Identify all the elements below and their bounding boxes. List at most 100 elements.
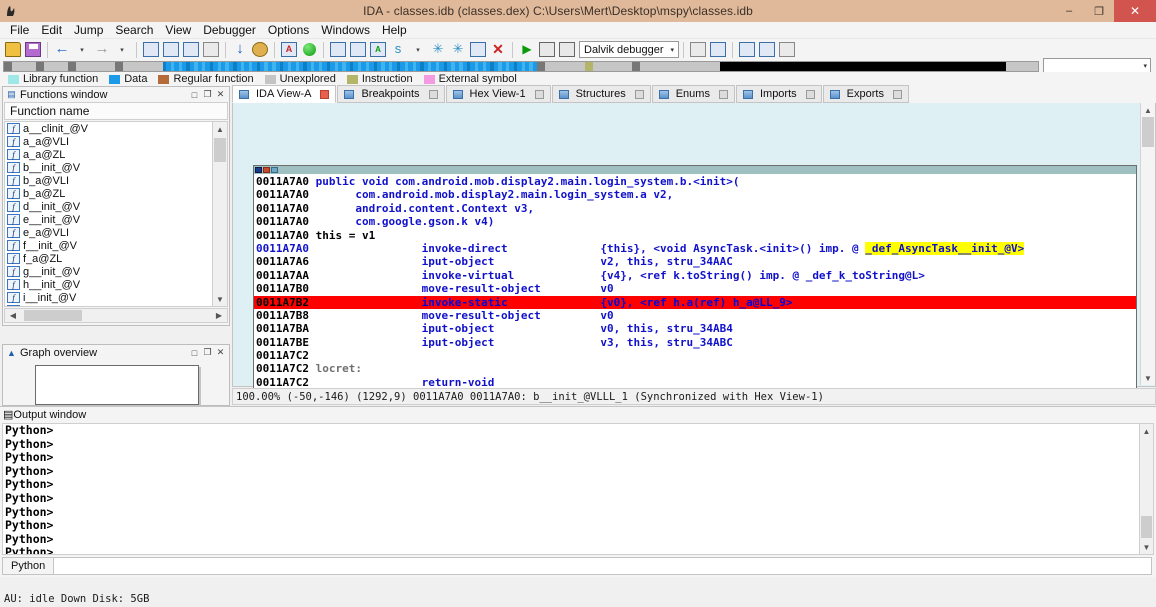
disassembly-line[interactable]: 0011A7B8 move-result-object v0 xyxy=(254,309,1136,322)
minimize-button[interactable]: – xyxy=(1054,0,1084,22)
command-input[interactable] xyxy=(54,557,1152,575)
tab-breakpoints[interactable]: Breakpoints xyxy=(337,85,445,103)
jump-xref-icon[interactable] xyxy=(201,40,221,59)
function-list-item[interactable]: f e_a@VLI xyxy=(5,226,214,239)
mdi-system-icon[interactable] xyxy=(255,167,262,173)
disassembly-line[interactable]: 0011A7C2 locret: xyxy=(254,362,1136,375)
function-list-item[interactable]: f b__init_@V xyxy=(5,161,214,174)
function-list-item[interactable]: f a__clinit_@V xyxy=(5,122,214,135)
command-language-tab[interactable]: Python xyxy=(2,557,55,575)
hscroll-thumb[interactable] xyxy=(24,310,82,321)
disassembly-line[interactable]: 0011A7C2 xyxy=(254,349,1136,362)
debugger-select[interactable]: Dalvik debugger ▾ xyxy=(579,41,679,58)
function-list-item[interactable]: f b_a@VLI xyxy=(5,174,214,187)
stop-debugger-icon[interactable] xyxy=(557,40,577,59)
function-list-item[interactable]: f i__init_@V xyxy=(5,291,214,304)
tab-structures[interactable]: Structures xyxy=(551,85,651,103)
tab-close-icon[interactable] xyxy=(805,89,815,99)
function-list-item[interactable]: f a_a@VLI xyxy=(5,135,214,148)
functions-column-header[interactable]: Function name xyxy=(4,102,228,120)
function-list-item[interactable]: f b_a@ZL xyxy=(5,187,214,200)
function-list-item[interactable]: f f_a@ZL xyxy=(5,252,214,265)
disassembly-line[interactable]: 0011A7A0 com.google.gson.k v4) xyxy=(254,215,1136,228)
tab-hex-view-1[interactable]: Hex View-1 xyxy=(445,85,551,103)
menu-windows[interactable]: Windows xyxy=(315,22,376,38)
menu-options[interactable]: Options xyxy=(262,22,315,38)
scroll-up-icon[interactable]: ▲ xyxy=(213,122,227,136)
output-scroll-down-icon[interactable]: ▼ xyxy=(1140,540,1153,554)
disassembly-line[interactable]: 0011A7B2 invoke-static {v0}, <ref h.a(re… xyxy=(254,295,1136,309)
forward-dropdown-icon[interactable]: ▾ xyxy=(112,40,132,59)
graph-float-button[interactable]: ❐ xyxy=(201,347,214,358)
tab-ida-view-a[interactable]: IDA View-A xyxy=(232,85,337,103)
tab-exports[interactable]: Exports xyxy=(822,85,909,103)
make-array-icon[interactable]: ✳ xyxy=(428,40,448,59)
menu-jump[interactable]: Jump xyxy=(68,22,109,38)
scroll-right-icon[interactable]: ▶ xyxy=(212,311,226,320)
close-button[interactable]: ✕ xyxy=(1114,0,1156,22)
functions-list[interactable]: f a__clinit_@V f a_a@VLI f a_a@ZL f b__init_@V f… xyxy=(4,121,214,307)
scroll-down-icon[interactable]: ▼ xyxy=(213,292,227,306)
tab-imports[interactable]: Imports xyxy=(735,85,822,103)
edit-function-icon[interactable] xyxy=(468,40,488,59)
mdi-minimize-icon[interactable] xyxy=(263,167,270,173)
back-arrow-icon[interactable]: ← xyxy=(52,40,72,59)
graph-close-button[interactable]: ✕ xyxy=(214,347,227,358)
output-log[interactable]: Python> Python> Python> Python> Python> Pytho… xyxy=(2,423,1142,555)
menu-debugger[interactable]: Debugger xyxy=(197,22,262,38)
search-immediate-icon[interactable] xyxy=(181,40,201,59)
menu-file[interactable]: File xyxy=(4,22,35,38)
disasm-scroll-thumb[interactable] xyxy=(1142,117,1154,147)
open-file-icon[interactable] xyxy=(3,40,23,59)
decrypt-key-icon[interactable] xyxy=(250,40,270,59)
tab-close-icon[interactable] xyxy=(428,89,438,99)
disassembly-line[interactable]: 0011A7A0 android.content.Context v3, xyxy=(254,202,1136,215)
functions-vertical-scrollbar[interactable]: ▲ ▼ xyxy=(212,121,228,307)
add-breakpoint-icon[interactable] xyxy=(757,40,777,59)
forward-arrow-icon[interactable]: → xyxy=(92,40,112,59)
maximize-button[interactable]: ❐ xyxy=(1084,0,1114,22)
run-debugger-icon[interactable]: ▶ xyxy=(517,40,537,59)
function-list-item[interactable]: f a_a@ZL xyxy=(5,148,214,161)
functions-horizontal-scrollbar[interactable]: ◀ ▶ xyxy=(4,308,228,323)
undefine-icon[interactable]: ✳ xyxy=(448,40,468,59)
disassembly-line[interactable]: 0011A7B0 move-result-object v0 xyxy=(254,282,1136,295)
tab-close-icon[interactable] xyxy=(634,89,644,99)
output-scroll-up-icon[interactable]: ▲ xyxy=(1140,424,1153,438)
make-code-icon[interactable] xyxy=(328,40,348,59)
scroll-left-icon[interactable]: ◀ xyxy=(6,311,20,320)
step-into-icon[interactable] xyxy=(688,40,708,59)
graph-overview-canvas[interactable] xyxy=(35,365,199,405)
disassembly-line[interactable]: 0011A7BA iput-object v0, this, stru_34AB… xyxy=(254,322,1136,335)
clear-breakpoint-icon[interactable] xyxy=(777,40,797,59)
back-dropdown-icon[interactable]: ▾ xyxy=(72,40,92,59)
save-file-icon[interactable] xyxy=(23,40,43,59)
menu-view[interactable]: View xyxy=(159,22,197,38)
disassembly-line[interactable]: 0011A7AA invoke-virtual {v4}, <ref k.toS… xyxy=(254,269,1136,282)
function-list-item[interactable]: f g__init_@V xyxy=(5,265,214,278)
functions-float-button[interactable]: ❐ xyxy=(201,89,214,100)
search-hex-icon[interactable] xyxy=(141,40,161,59)
function-list-item[interactable]: fi_a@VLI xyxy=(5,304,214,306)
make-ascii-icon[interactable]: A xyxy=(368,40,388,59)
functions-minimize-button[interactable]: □ xyxy=(188,90,201,100)
tab-close-icon[interactable] xyxy=(534,89,544,99)
function-list-item[interactable]: f d__init_@V xyxy=(5,200,214,213)
output-vertical-scrollbar[interactable]: ▲ ▼ xyxy=(1139,423,1154,555)
disassembly-line[interactable]: 0011A7A0 public void com.android.mob.dis… xyxy=(254,175,1136,188)
menu-edit[interactable]: Edit xyxy=(35,22,68,38)
disassembly-code[interactable]: 0011A7A0 public void com.android.mob.dis… xyxy=(254,174,1136,389)
function-list-item[interactable]: f f__init_@V xyxy=(5,239,214,252)
make-struct-icon[interactable]: s xyxy=(388,40,408,59)
disassembly-line[interactable]: 0011A7A0 this = v1 xyxy=(254,229,1136,242)
tab-close-icon[interactable] xyxy=(718,89,728,99)
step-over-icon[interactable] xyxy=(708,40,728,59)
make-data-icon[interactable] xyxy=(348,40,368,59)
function-list-item[interactable]: f h__init_@V xyxy=(5,278,214,291)
disasm-scroll-down-icon[interactable]: ▼ xyxy=(1141,371,1155,385)
scroll-thumb[interactable] xyxy=(214,138,226,162)
graph-warning-icon[interactable]: A xyxy=(279,40,299,59)
jump-address-icon[interactable]: ↓ xyxy=(230,40,250,59)
disassembly-vertical-scrollbar[interactable]: ▲ ▼ xyxy=(1140,103,1155,385)
search-text-icon[interactable] xyxy=(161,40,181,59)
